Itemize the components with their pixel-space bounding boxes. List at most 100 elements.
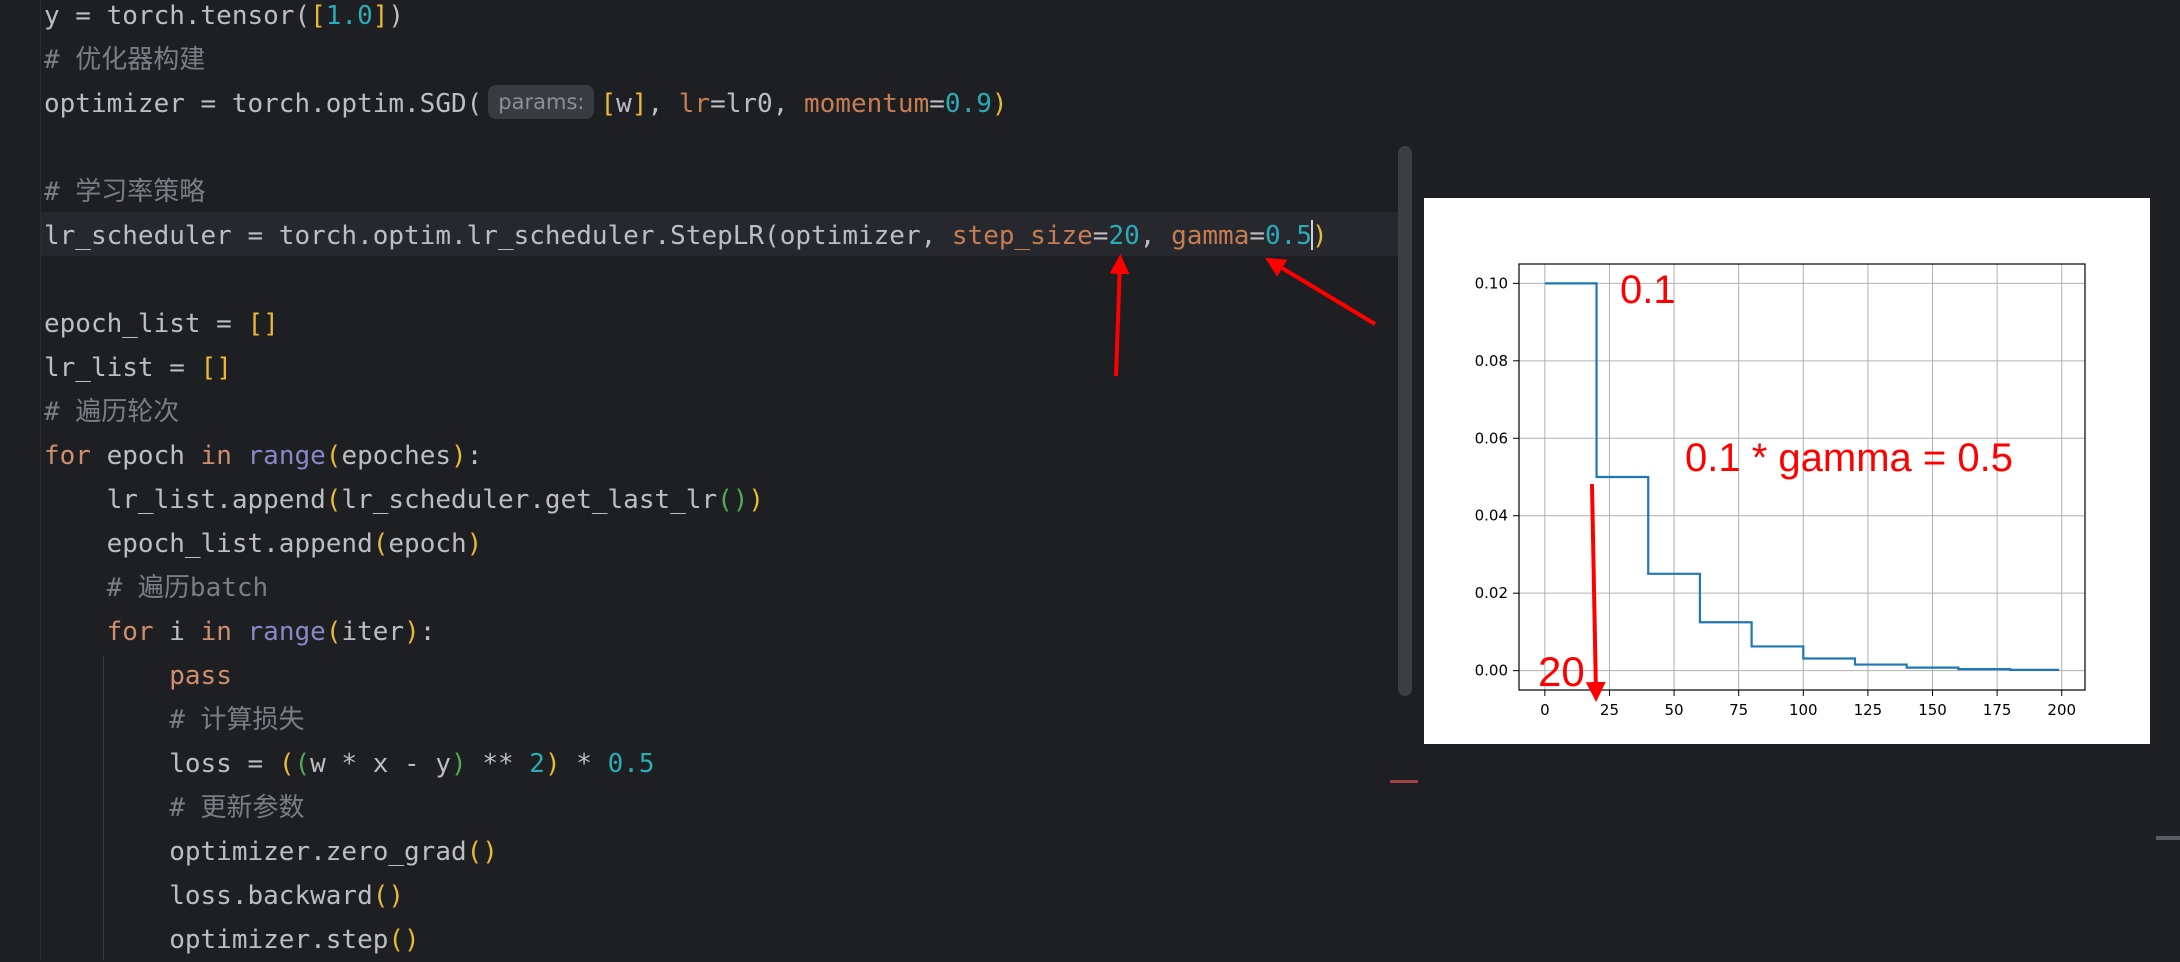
code-token: () xyxy=(388,925,420,955)
code-token: ) xyxy=(451,749,467,779)
code-token: for xyxy=(44,441,91,471)
code-line[interactable]: # 遍历轮次 xyxy=(44,390,179,434)
code-token: # 更新参数 xyxy=(44,793,305,823)
code-token: [ xyxy=(600,89,617,119)
code-token: epoch xyxy=(90,441,201,471)
code-token: , xyxy=(647,89,679,119)
code-token: ( xyxy=(325,485,342,515)
code-token: ( xyxy=(278,749,295,779)
code-token: () xyxy=(372,881,405,911)
code-token: optimizer = torch.optim.SGD( xyxy=(44,89,483,119)
code-line[interactable]: # 计算损失 xyxy=(44,698,304,742)
code-line[interactable]: epoch_list.append(epoch) xyxy=(44,522,483,566)
code-line[interactable]: lr_scheduler = torch.optim.lr_scheduler.… xyxy=(44,214,1328,258)
code-token: momentum xyxy=(804,89,930,119)
code-token: ) xyxy=(404,617,420,647)
code-token: lr_scheduler = torch.optim.lr_scheduler.… xyxy=(44,221,780,251)
code-token: () xyxy=(717,485,749,515)
x-tick-label: 0 xyxy=(1540,701,1550,719)
code-token: : xyxy=(466,441,483,471)
code-token: = xyxy=(1249,221,1266,251)
code-editor[interactable]: y = torch.tensor([1.0]) # 优化器构建 optimizer … xyxy=(0,0,1400,960)
code-line[interactable]: epoch_list = [] xyxy=(44,302,279,346)
code-token: ) xyxy=(451,441,467,471)
code-token: lr_scheduler.get_last_lr xyxy=(341,485,718,515)
code-token: ( xyxy=(325,617,342,647)
code-token: optimizer.zero_grad xyxy=(44,837,467,867)
annotation-step-label: 20 xyxy=(1538,648,1585,695)
code-token: () xyxy=(466,837,498,867)
code-token: = xyxy=(1092,221,1109,251)
code-token: [] xyxy=(200,353,232,383)
annotation-gamma-label: 0.1 * gamma = 0.5 xyxy=(1685,436,2013,480)
y-tick-label: 0.06 xyxy=(1475,429,1508,447)
x-tick-label: 25 xyxy=(1600,701,1619,719)
scroll-marker xyxy=(2156,836,2180,840)
code-token: w * x - y xyxy=(310,749,452,779)
code-token: # 学习率策略 xyxy=(44,177,206,207)
code-token: range xyxy=(247,617,326,647)
code-token: # 遍历轮次 xyxy=(44,397,180,427)
code-token: epoch_list.append xyxy=(44,529,373,559)
error-stripe-mark[interactable] xyxy=(1390,780,1418,783)
code-line[interactable]: # 优化器构建 xyxy=(44,38,205,82)
y-tick-label: 0.08 xyxy=(1475,352,1508,370)
code-token: 0.9 xyxy=(944,89,992,119)
text-caret xyxy=(1310,219,1313,250)
code-token: 0.5 xyxy=(1265,221,1312,251)
editor-scrollbar[interactable] xyxy=(1398,146,1412,696)
code-token: 20 xyxy=(1108,221,1140,251)
x-tick-label: 125 xyxy=(1854,701,1883,719)
code-line[interactable]: y = torch.tensor([1.0]) xyxy=(44,0,404,38)
code-token: # 优化器构建 xyxy=(44,45,206,75)
y-tick-label: 0.04 xyxy=(1475,507,1508,525)
code-line[interactable]: optimizer.step() xyxy=(44,918,420,962)
code-line[interactable]: pass xyxy=(44,654,232,698)
code-line[interactable]: lr_list = [] xyxy=(44,346,232,390)
code-line[interactable]: # 更新参数 xyxy=(44,786,305,830)
y-tick-label: 0.10 xyxy=(1475,274,1508,292)
code-token: : xyxy=(419,617,436,647)
code-token: loss = xyxy=(44,749,279,779)
code-token: optimizer, xyxy=(779,221,952,251)
code-token: [] xyxy=(247,309,279,339)
code-line[interactable]: loss.backward() xyxy=(44,874,404,918)
code-token: , xyxy=(1139,221,1172,251)
code-token: ] xyxy=(631,89,648,119)
code-token: ) xyxy=(1311,221,1328,251)
x-tick-label: 100 xyxy=(1789,701,1818,719)
code-line[interactable]: loss = ((w * x - y) ** 2) * 0.5 xyxy=(44,742,655,786)
code-token: w xyxy=(616,89,632,119)
code-line[interactable]: # 遍历batch xyxy=(44,566,269,610)
code-line[interactable]: for i in range(iter): xyxy=(44,610,436,654)
code-token: loss.backward xyxy=(44,881,373,911)
code-line[interactable]: optimizer = torch.optim.SGD(params: [w], … xyxy=(44,82,1008,126)
code-token: ) xyxy=(544,749,561,779)
code-line[interactable]: optimizer.zero_grad() xyxy=(44,830,498,874)
code-token: step_size xyxy=(951,221,1093,251)
code-token: ) xyxy=(388,1,405,31)
code-token: 1.0 xyxy=(325,1,373,31)
code-token: in xyxy=(200,617,232,647)
code-token: range xyxy=(247,441,326,471)
code-line[interactable]: for epoch in range(epoches): xyxy=(44,434,482,478)
code-token: optimizer.step xyxy=(44,925,389,955)
code-line[interactable]: lr_list.append(lr_scheduler.get_last_lr(… xyxy=(44,478,764,522)
code-token: for xyxy=(106,617,154,647)
x-tick-label: 200 xyxy=(2047,701,2076,719)
code-token: # 遍历batch xyxy=(44,573,269,603)
code-line[interactable]: # 学习率策略 xyxy=(44,170,205,214)
indent-guide xyxy=(103,656,104,960)
code-token: 0.5 xyxy=(607,749,655,779)
code-token: gamma xyxy=(1171,221,1250,251)
code-token: y = torch.tensor( xyxy=(44,1,311,31)
code-token: lr_list = xyxy=(44,353,201,383)
code-token: ) xyxy=(748,485,765,515)
parameter-hint: params: xyxy=(488,84,595,119)
code-token: lr xyxy=(678,89,711,119)
code-token: lr_list.append xyxy=(44,485,326,515)
x-tick-label: 150 xyxy=(1918,701,1947,719)
